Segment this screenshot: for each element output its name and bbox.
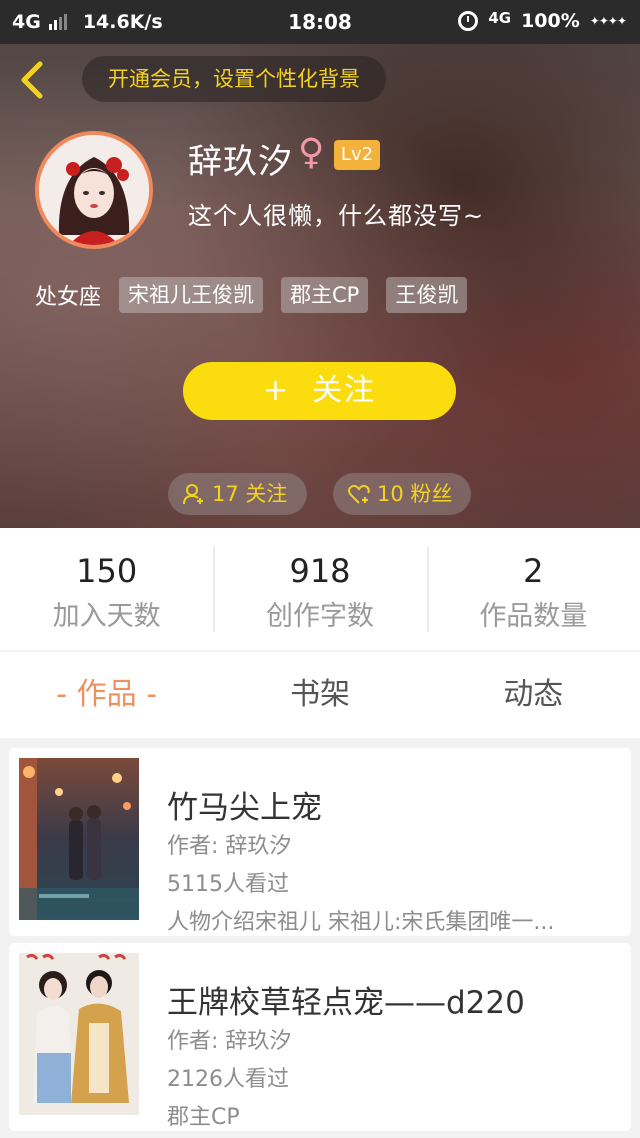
avatar-image <box>39 135 149 245</box>
work-card[interactable]: 竹马尖上宠 作者: 辞玖汐 5115人看过 人物介绍宋祖儿 宋祖儿:宋氏集团唯一… <box>9 748 631 936</box>
cover-image <box>19 953 139 1115</box>
tag-list: 处女座 宋祖儿王俊凯 郡主CP 王俊凯 <box>35 277 485 313</box>
stat-label: 创作字数 <box>265 601 374 632</box>
stat-value: 150 <box>76 552 138 590</box>
tag-item[interactable]: 宋祖儿王俊凯 <box>119 277 264 313</box>
work-title: 王牌校草轻点宠——d220 <box>167 985 525 1021</box>
level-badge: Lv2 <box>334 140 380 170</box>
vip-banner[interactable]: 开通会员，设置个性化背景 <box>82 56 386 102</box>
heart-add-icon <box>348 484 370 504</box>
work-description: 郡主CP <box>167 1105 240 1130</box>
user-add-icon <box>183 484 203 505</box>
stat-words: 918 创作字数 <box>213 528 426 650</box>
following-count-button[interactable]: 17 关注 <box>168 473 307 515</box>
back-button[interactable] <box>14 58 54 102</box>
status-right: 4G 100% ✦✦✦✦ <box>458 9 627 32</box>
avatar[interactable] <box>35 131 153 249</box>
status-bar: 4G 14.6K/s 18:08 4G 100% ✦✦✦✦ <box>0 0 640 44</box>
fans-count-button[interactable]: 10 粉丝 <box>333 473 471 515</box>
stat-value: 2 <box>523 552 544 590</box>
cover-image <box>19 758 139 920</box>
battery-level: 100% <box>521 10 580 32</box>
tab-bookshelf[interactable]: 书架 <box>213 652 426 738</box>
fans-count: 10 粉丝 <box>377 482 453 506</box>
plus-icon: + <box>262 373 291 408</box>
stat-days: 150 加入天数 <box>0 528 213 650</box>
book-cover[interactable] <box>19 953 139 1115</box>
work-title: 竹马尖上宠 <box>167 790 322 826</box>
female-icon: ♀ <box>298 132 325 173</box>
stat-label: 作品数量 <box>479 601 588 632</box>
chevron-left-icon <box>21 61 43 99</box>
following-count: 17 关注 <box>212 482 288 506</box>
follow-button[interactable]: + 关注 <box>183 362 456 420</box>
work-author: 作者: 辞玖汐 <box>167 1029 292 1054</box>
follow-label: 关注 <box>312 373 377 408</box>
tab-works[interactable]: - 作品 - <box>0 652 213 738</box>
profile-header: 4G 14.6K/s 18:08 4G 100% ✦✦✦✦ 开通会员，设置个性化… <box>0 0 640 528</box>
tab-bar: - 作品 - 书架 动态 <box>0 652 640 738</box>
alarm-icon <box>458 11 479 31</box>
tab-activity[interactable]: 动态 <box>427 652 640 738</box>
tag-item[interactable]: 王俊凯 <box>386 277 468 313</box>
bio: 这个人很懒，什么都没写~ <box>188 202 485 230</box>
stat-label: 加入天数 <box>52 601 161 632</box>
zodiac-label: 处女座 <box>35 285 102 310</box>
stat-value: 918 <box>289 552 351 590</box>
work-author: 作者: 辞玖汐 <box>167 834 292 859</box>
stat-works: 2 作品数量 <box>426 528 640 650</box>
work-views: 5115人看过 <box>167 872 289 897</box>
network-type-right: 4G <box>488 9 512 27</box>
book-cover[interactable] <box>19 758 139 920</box>
username: 辞玖汐 <box>188 142 293 182</box>
work-card[interactable]: 王牌校草轻点宠——d220 作者: 辞玖汐 2126人看过 郡主CP <box>9 943 631 1131</box>
stars-icon: ✦✦✦✦ <box>589 14 627 28</box>
stats-bar: 150 加入天数 918 创作字数 2 作品数量 <box>0 528 640 650</box>
work-description: 人物介绍宋祖儿 宋祖儿:宋氏集团唯一... <box>167 910 555 935</box>
tag-item[interactable]: 郡主CP <box>281 277 369 313</box>
work-views: 2126人看过 <box>167 1067 289 1092</box>
